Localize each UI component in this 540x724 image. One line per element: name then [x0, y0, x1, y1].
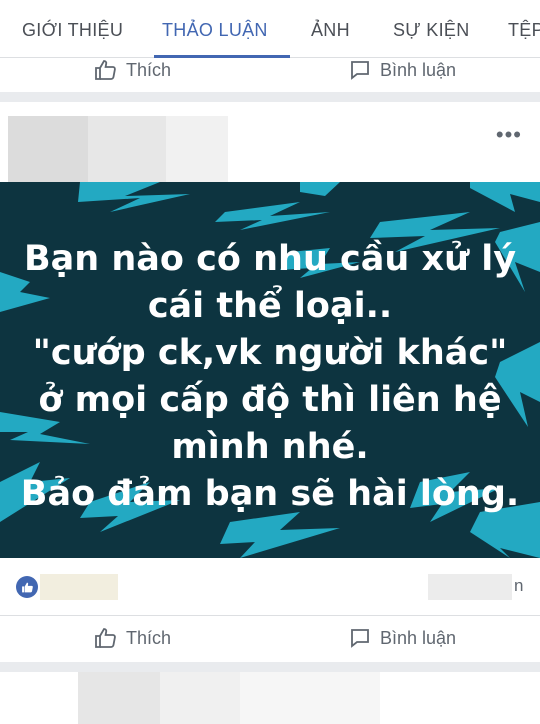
tab-discussion[interactable]: THẢO LUẬN — [162, 20, 268, 41]
post-text-line: "cướp ck,vk người khác" — [32, 333, 508, 373]
thumbs-up-icon — [95, 628, 116, 648]
like-label: Thích — [126, 59, 172, 80]
post-image-text: Bạn nào có nhu cầu xử lý cái thể loại.. … — [0, 236, 540, 518]
like-label: Thích — [126, 627, 172, 648]
post-text-line: Bạn nào có nhu cầu xử lý — [23, 239, 517, 279]
next-post-blurred — [160, 672, 240, 724]
previous-post-actions: Thích Bình luận — [0, 58, 540, 92]
comment-icon — [351, 61, 369, 80]
author-name-blurred — [88, 116, 166, 182]
reactors-blurred — [40, 574, 118, 600]
tab-files[interactable]: TỆP — [508, 20, 540, 41]
comment-button[interactable]: Bình luận — [348, 58, 456, 82]
comment-count-suffix: n — [514, 576, 524, 595]
like-button[interactable]: Thích — [94, 58, 171, 82]
tab-about[interactable]: GIỚI THIỆU — [22, 20, 123, 41]
author-avatar-blurred — [8, 116, 88, 182]
next-post-blurred — [240, 672, 380, 724]
post-image[interactable]: Bạn nào có nhu cầu xử lý cái thể loại.. … — [0, 182, 540, 558]
like-button[interactable]: Thích — [94, 626, 171, 650]
like-reaction-icon[interactable] — [16, 576, 38, 598]
group-tab-bar: GIỚI THIỆU THẢO LUẬN ẢNH SỰ KIỆN TỆP — [0, 0, 540, 58]
post-text-line: mình nhé. — [171, 427, 369, 467]
next-post-card — [0, 672, 540, 724]
post-text-line: ở mọi cấp độ thì liên hệ — [38, 380, 502, 420]
thumbs-up-icon — [95, 60, 116, 80]
tab-photos[interactable]: ẢNH — [311, 20, 350, 41]
comment-label: Bình luận — [380, 627, 457, 648]
comment-label: Bình luận — [380, 59, 457, 80]
ellipsis-icon[interactable]: ••• — [496, 122, 522, 148]
post-actions: Thích Bình luận — [0, 616, 540, 662]
comment-button[interactable]: Bình luận — [348, 626, 456, 650]
reactions-row: n — [0, 560, 540, 616]
post-text-line: cái thể loại.. — [147, 286, 393, 326]
tab-events[interactable]: SỰ KIỆN — [393, 20, 470, 41]
post-text-line: Bảo đảm bạn sẽ hài lòng. — [20, 474, 520, 514]
comment-icon — [351, 629, 369, 648]
comment-count-blurred — [428, 574, 512, 600]
next-post-blurred — [78, 672, 160, 724]
post-meta-blurred — [166, 116, 228, 182]
